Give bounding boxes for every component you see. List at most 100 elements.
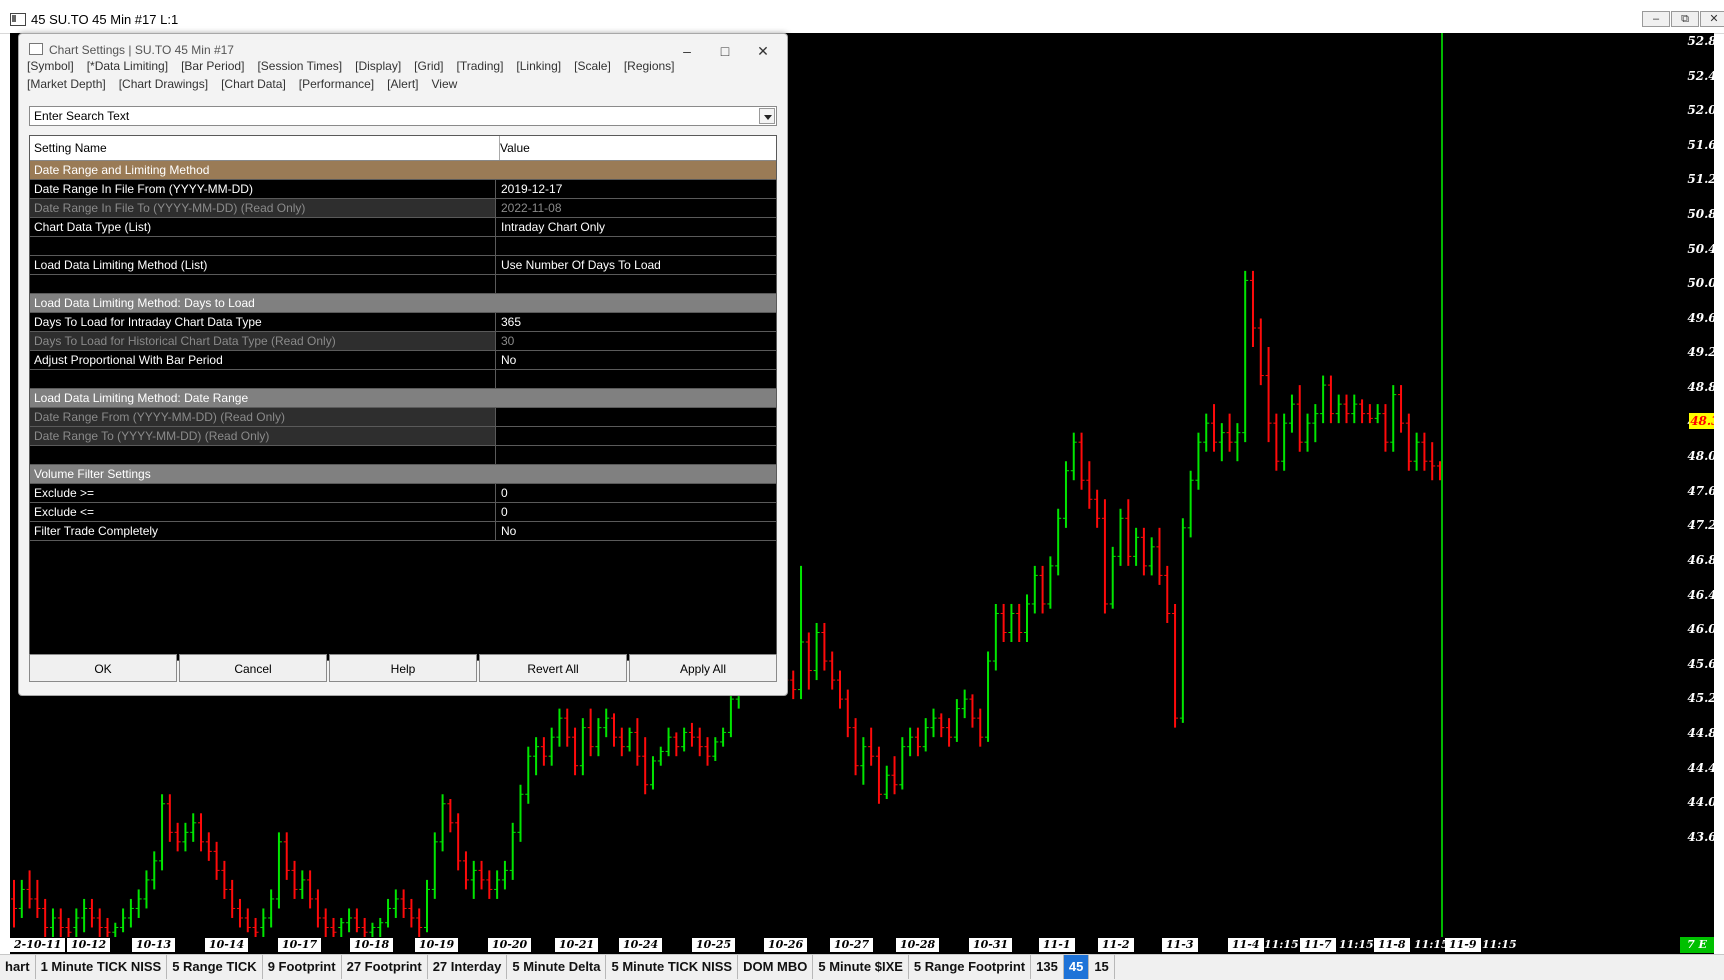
tab-45[interactable]: 45	[1063, 955, 1090, 979]
ohlc-bar	[673, 732, 680, 757]
tab-5-minute-ixe[interactable]: 5 Minute $IXE	[813, 955, 909, 979]
grid-section-header[interactable]: Load Data Limiting Method: Days to Load	[30, 294, 776, 313]
settings-menu-item[interactable]: [Scale]	[574, 59, 611, 73]
setting-value-cell[interactable]: 0	[497, 503, 776, 521]
settings-menu-item[interactable]: [Regions]	[624, 59, 675, 73]
ohlc-bar	[198, 813, 205, 852]
ohlc-bar	[127, 898, 134, 928]
grid-row[interactable]: Filter Trade Completely No	[30, 522, 776, 541]
tab-135[interactable]: 135	[1031, 955, 1064, 979]
close-button[interactable]: ✕	[1700, 11, 1724, 27]
tab-1-minute-tick-niss[interactable]: 1 Minute TICK NISS	[36, 955, 168, 979]
search-combo[interactable]	[29, 106, 777, 126]
dialog-title: Chart Settings | SU.TO 45 Min #17	[29, 43, 234, 57]
cancel-button[interactable]: Cancel	[179, 654, 327, 682]
settings-menu-item[interactable]: [Linking]	[516, 59, 561, 73]
price-axis-label: 46.80	[1687, 553, 1714, 567]
revert-all-button[interactable]: Revert All	[479, 654, 627, 682]
tab-5-range-footprint[interactable]: 5 Range Footprint	[909, 955, 1032, 979]
settings-menu-item[interactable]: [Performance]	[299, 77, 374, 91]
settings-menu-item[interactable]: [Symbol]	[27, 59, 74, 73]
settings-menu-item[interactable]: [Session Times]	[257, 59, 342, 73]
time-axis-label: 11-9	[1445, 938, 1481, 952]
ohlc-bar	[1070, 432, 1077, 481]
settings-menu-item[interactable]: [Bar Period]	[181, 59, 244, 73]
settings-menu-item[interactable]: View	[432, 77, 458, 91]
grid-section-header[interactable]: Date Range and Limiting Method	[30, 161, 776, 180]
ohlc-bar	[1172, 603, 1179, 728]
grid-row[interactable]: Exclude >= 0	[30, 484, 776, 503]
grid-row	[30, 370, 776, 389]
price-axis[interactable]: 52.80 52.40 52.00 51.60 51.20 50.80 50.40 50.00…	[1677, 33, 1714, 954]
ohlc-bar	[790, 670, 797, 700]
settings-menu-item[interactable]: [Trading]	[457, 59, 504, 73]
setting-name-cell: Load Data Limiting Method (List)	[30, 256, 496, 274]
grid-row[interactable]: Load Data Limiting Method (List) Use Numb…	[30, 256, 776, 275]
setting-value-cell[interactable]: No	[497, 351, 776, 369]
ohlc-bar	[891, 756, 898, 795]
tab-27-interday[interactable]: 27 Interday	[428, 955, 508, 979]
ohlc-bar	[408, 898, 415, 928]
ohlc-bar	[268, 889, 275, 928]
settings-menu-item[interactable]: [Market Depth]	[27, 77, 106, 91]
setting-value-cell[interactable]: 365	[497, 313, 776, 331]
time-axis-label: 11-4	[1228, 938, 1264, 952]
ohlc-bar	[603, 708, 610, 738]
grid-row[interactable]: Date Range To (YYYY-MM-DD) (Read Only)	[30, 427, 776, 446]
restore-button[interactable]: ⧉	[1671, 11, 1699, 27]
ohlc-bar	[727, 689, 734, 738]
grid-row[interactable]: Adjust Proportional With Bar Period No	[30, 351, 776, 370]
tab-5-minute-delta[interactable]: 5 Minute Delta	[507, 955, 607, 979]
help-button[interactable]: Help	[329, 654, 477, 682]
setting-name-cell: Filter Trade Completely	[30, 522, 496, 540]
ohlc-bar	[423, 879, 430, 933]
setting-name-cell: Exclude >=	[30, 484, 496, 502]
price-axis-label: 52.80	[1687, 34, 1714, 48]
grid-row[interactable]: Chart Data Type (List) Intraday Chart Onl…	[30, 218, 776, 237]
settings-menu-item[interactable]: [Alert]	[387, 77, 418, 91]
grid-section-header[interactable]: Volume Filter Settings	[30, 465, 776, 484]
chart-settings-dialog[interactable]: Chart Settings | SU.TO 45 Min #17 – □ ✕ …	[18, 33, 788, 696]
search-input[interactable]	[30, 107, 758, 125]
tab-hart[interactable]: hart	[0, 955, 36, 979]
settings-menu-item[interactable]: [Display]	[355, 59, 401, 73]
grid-row[interactable]: Exclude <= 0	[30, 503, 776, 522]
tab-15[interactable]: 15	[1089, 955, 1115, 979]
tab-dom-mbo[interactable]: DOM MBO	[738, 955, 814, 979]
tab-27-footprint[interactable]: 27 Footprint	[342, 955, 428, 979]
apply-all-button[interactable]: Apply All	[629, 654, 777, 682]
tab-5-minute-tick-niss[interactable]: 5 Minute TICK NISS	[606, 955, 739, 979]
settings-menu-item[interactable]: [Chart Drawings]	[119, 77, 208, 91]
grid-row[interactable]: Days To Load for Historical Chart Data T…	[30, 332, 776, 351]
minimize-button[interactable]: –	[1642, 11, 1670, 27]
ohlc-bar	[875, 746, 882, 804]
column-header-value[interactable]: Value	[496, 136, 776, 160]
dialog-close-button[interactable]: ✕	[747, 40, 779, 62]
setting-value-cell[interactable]: 0	[497, 484, 776, 502]
grid-section-header[interactable]: Load Data Limiting Method: Date Range	[30, 389, 776, 408]
setting-value-cell	[497, 237, 776, 255]
ok-button[interactable]: OK	[29, 654, 177, 682]
setting-value-cell[interactable]: Intraday Chart Only	[497, 218, 776, 236]
grid-row[interactable]: Date Range From (YYYY-MM-DD) (Read Only)	[30, 408, 776, 427]
setting-name-cell: Load Data Limiting Method: Date Range	[30, 389, 776, 407]
tab-5-range-tick[interactable]: 5 Range TICK	[167, 955, 263, 979]
grid-row[interactable]: Date Range In File To (YYYY-MM-DD) (Read…	[30, 199, 776, 218]
ohlc-bar	[665, 727, 672, 757]
setting-value-cell[interactable]: No	[497, 522, 776, 540]
settings-grid[interactable]: Setting Name Value Date Range and Limiti…	[29, 135, 777, 661]
grid-row[interactable]: Date Range In File From (YYYY-MM-DD) 2019…	[30, 180, 776, 199]
setting-value-cell[interactable]: Use Number Of Days To Load	[497, 256, 776, 274]
settings-menu-item[interactable]: [Grid]	[414, 59, 443, 73]
column-header-setting-name[interactable]: Setting Name	[30, 136, 500, 160]
grid-row[interactable]: Days To Load for Intraday Chart Data Typ…	[30, 313, 776, 332]
tab-9-footprint[interactable]: 9 Footprint	[263, 955, 342, 979]
ohlc-bar	[922, 718, 929, 752]
settings-menu-item[interactable]: [Chart Data]	[221, 77, 286, 91]
settings-menu-item[interactable]: [*Data Limiting]	[87, 59, 168, 73]
ohlc-bar	[1281, 413, 1288, 471]
chevron-down-icon[interactable]	[759, 108, 775, 124]
dialog-maximize-button[interactable]: □	[709, 40, 741, 62]
ohlc-bar	[1195, 432, 1202, 490]
setting-value-cell[interactable]: 2019-12-17	[497, 180, 776, 198]
